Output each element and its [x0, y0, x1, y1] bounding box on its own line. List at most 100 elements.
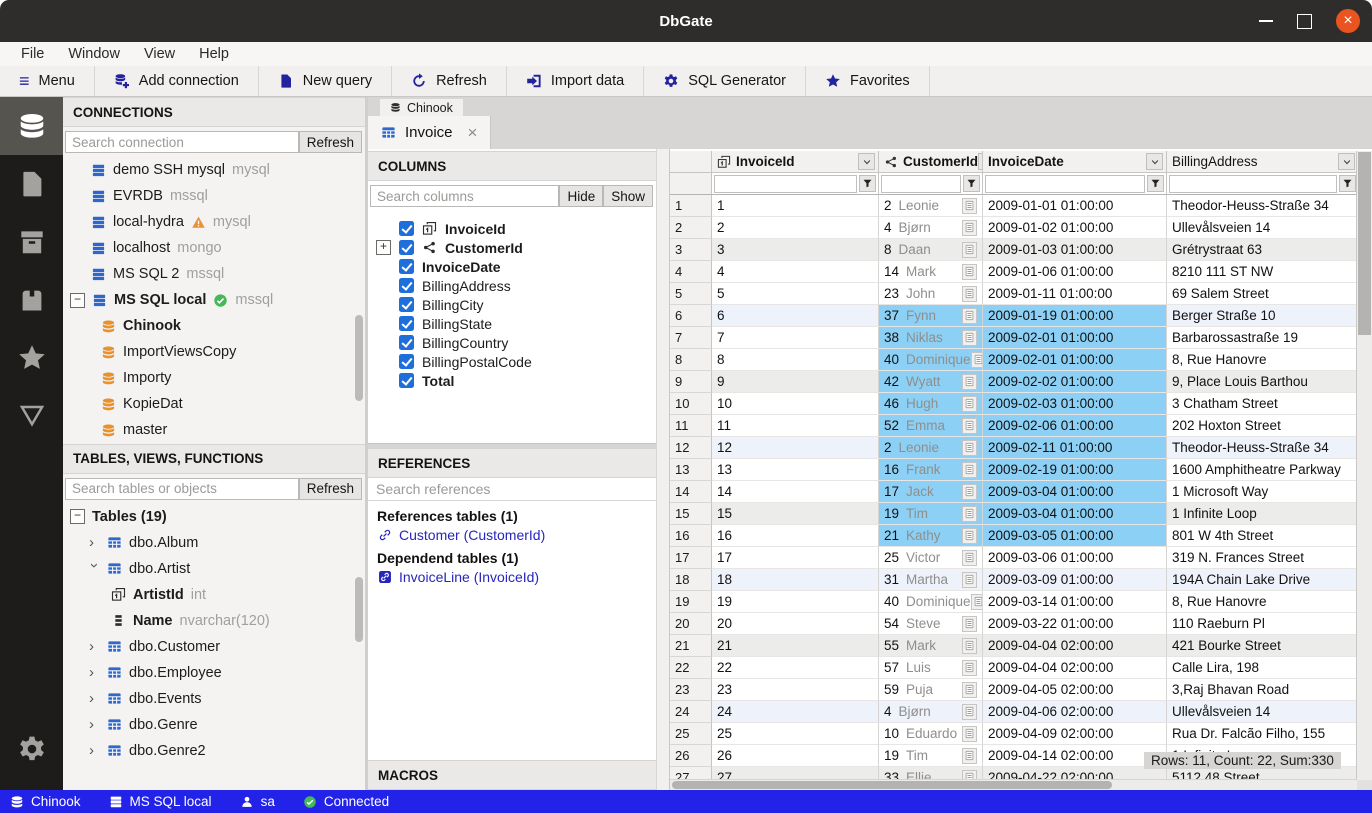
cell-invoice-id[interactable]: 25	[712, 723, 879, 745]
chevron-right-icon[interactable]: ›	[89, 664, 100, 681]
connection-item-localhost[interactable]: localhostmongo	[63, 235, 365, 261]
connection-item-master[interactable]: master	[63, 417, 365, 443]
column-item-billingpostalcode[interactable]: BillingPostalCode	[368, 352, 656, 371]
grid-column-header-invoicedate[interactable]: InvoiceDate	[983, 151, 1167, 173]
cell-billing-address[interactable]: Theodor-Heuss-Straße 34	[1167, 195, 1359, 217]
cell-invoice-id[interactable]: 15	[712, 503, 879, 525]
cell-billing-address[interactable]: 3,Raj Bhavan Road	[1167, 679, 1359, 701]
cell-customer-id[interactable]: 57 Luis	[879, 657, 983, 679]
references-search-input[interactable]	[368, 478, 656, 501]
toolbar-button-import-data[interactable]: Import data	[507, 66, 644, 96]
row-number-cell[interactable]: 23	[670, 679, 712, 701]
cell-customer-id[interactable]: 42 Wyatt	[879, 371, 983, 393]
cell-invoice-id[interactable]: 20	[712, 613, 879, 635]
cell-invoice-id[interactable]: 12	[712, 437, 879, 459]
cell-billing-address[interactable]: Rua Dr. Falcão Filho, 155	[1167, 723, 1359, 745]
tables-search-input[interactable]	[65, 478, 299, 500]
cell-customer-id[interactable]: 19 Tim	[879, 745, 983, 767]
cell-billing-address[interactable]: 3 Chatham Street	[1167, 393, 1359, 415]
cell-invoice-date[interactable]: 2009-04-14 02:00:00	[983, 745, 1167, 767]
cell-invoice-date[interactable]: 2009-04-06 02:00:00	[983, 701, 1167, 723]
row-number-cell[interactable]: 13	[670, 459, 712, 481]
cell-billing-address[interactable]: 421 Bourke Street	[1167, 635, 1359, 657]
row-detail-icon[interactable]	[962, 616, 977, 632]
connection-item-importy[interactable]: Importy	[63, 365, 365, 391]
close-button[interactable]: ×	[1336, 9, 1360, 33]
cell-billing-address[interactable]: 110 Raeburn Pl	[1167, 613, 1359, 635]
cell-billing-address[interactable]: Ullevålsveien 14	[1167, 217, 1359, 239]
row-detail-icon[interactable]	[962, 198, 977, 214]
cell-customer-id[interactable]: 54 Steve	[879, 613, 983, 635]
cell-billing-address[interactable]: Grétrystraat 63	[1167, 239, 1359, 261]
row-number-cell[interactable]: 1	[670, 195, 712, 217]
connections-refresh-button[interactable]: Refresh	[299, 131, 362, 153]
expand-toggle-icon[interactable]: −	[70, 509, 85, 524]
cell-invoice-id[interactable]: 21	[712, 635, 879, 657]
column-checkbox[interactable]	[399, 297, 414, 312]
cell-invoice-id[interactable]: 9	[712, 371, 879, 393]
row-detail-icon[interactable]	[962, 264, 977, 280]
column-checkbox[interactable]	[399, 335, 414, 350]
activitybar-file-icon[interactable]	[0, 155, 63, 213]
row-detail-icon[interactable]	[962, 484, 977, 500]
cell-customer-id[interactable]: 21 Kathy	[879, 525, 983, 547]
chevron-right-icon[interactable]: ›	[89, 716, 100, 733]
filter-input-invoicedate[interactable]	[985, 175, 1145, 193]
toolbar-button-sql-generator[interactable]: SQL Generator	[644, 66, 806, 96]
cell-billing-address[interactable]: Theodor-Heuss-Straße 34	[1167, 437, 1359, 459]
chevron-right-icon[interactable]: ›	[89, 690, 100, 707]
column-checkbox[interactable]	[399, 221, 414, 236]
menu-view[interactable]: View	[132, 46, 187, 62]
row-number-cell[interactable]: 24	[670, 701, 712, 723]
columns-show-button[interactable]: Show	[603, 185, 653, 207]
cell-billing-address[interactable]: Berger Straße 10	[1167, 305, 1359, 327]
connection-item-local-hydra[interactable]: local-hydramysql	[63, 209, 365, 235]
cell-customer-id[interactable]: 59 Puja	[879, 679, 983, 701]
row-detail-icon[interactable]	[962, 528, 977, 544]
toolbar-button-favorites[interactable]: Favorites	[806, 66, 930, 96]
cell-billing-address[interactable]: 1 Infinite Loop	[1167, 503, 1359, 525]
connection-item-evrdb[interactable]: EVRDBmssql	[63, 183, 365, 209]
cell-invoice-date[interactable]: 2009-03-04 01:00:00	[983, 503, 1167, 525]
column-item-total[interactable]: Total	[368, 371, 656, 390]
filter-funnel-button[interactable]	[1339, 175, 1356, 192]
row-number-cell[interactable]: 25	[670, 723, 712, 745]
row-number-cell[interactable]: 8	[670, 349, 712, 371]
row-detail-icon[interactable]	[962, 682, 977, 698]
column-item-billingaddress[interactable]: BillingAddress	[368, 276, 656, 295]
row-detail-icon[interactable]	[962, 572, 977, 588]
column-checkbox[interactable]	[399, 259, 414, 274]
filter-funnel-button[interactable]	[963, 175, 980, 192]
connection-item-model[interactable]: model	[63, 443, 365, 444]
tree-item-dbo-customer[interactable]: ›dbo.Customer	[63, 634, 365, 660]
tree-item-dbo-genre[interactable]: ›dbo.Genre	[63, 712, 365, 738]
connection-item-demo-ssh-mysql[interactable]: demo SSH mysqlmysql	[63, 157, 365, 183]
column-menu-button[interactable]	[1338, 153, 1355, 170]
row-detail-icon[interactable]	[962, 286, 977, 302]
chevron-right-icon[interactable]: ›	[89, 742, 100, 759]
cell-customer-id[interactable]: 40 Dominique	[879, 591, 983, 613]
cell-invoice-date[interactable]: 2009-03-14 01:00:00	[983, 591, 1167, 613]
connection-item-kopiedat[interactable]: KopieDat	[63, 391, 365, 417]
row-number-cell[interactable]: 19	[670, 591, 712, 613]
cell-invoice-id[interactable]: 2	[712, 217, 879, 239]
cell-invoice-id[interactable]: 13	[712, 459, 879, 481]
cell-customer-id[interactable]: 2 Leonie	[879, 195, 983, 217]
row-detail-icon[interactable]	[962, 308, 977, 324]
cell-invoice-date[interactable]: 2009-01-01 01:00:00	[983, 195, 1167, 217]
column-checkbox[interactable]	[399, 278, 414, 293]
row-number-cell[interactable]: 2	[670, 217, 712, 239]
tree-item-dbo-genre2[interactable]: ›dbo.Genre2	[63, 738, 365, 764]
columns-hide-button[interactable]: Hide	[559, 185, 603, 207]
cell-invoice-date[interactable]: 2009-01-11 01:00:00	[983, 283, 1167, 305]
cell-invoice-id[interactable]: 23	[712, 679, 879, 701]
connection-item-ms-sql-2[interactable]: MS SQL 2mssql	[63, 261, 365, 287]
column-checkbox[interactable]	[399, 373, 414, 388]
cell-customer-id[interactable]: 23 John	[879, 283, 983, 305]
tree-item-dbo-events[interactable]: ›dbo.Events	[63, 686, 365, 712]
row-detail-icon[interactable]	[962, 660, 977, 676]
cell-invoice-date[interactable]: 2009-02-06 01:00:00	[983, 415, 1167, 437]
toolbar-button-refresh[interactable]: Refresh	[392, 66, 507, 96]
row-detail-icon[interactable]	[971, 594, 983, 610]
filter-input-invoiceid[interactable]	[714, 175, 857, 193]
